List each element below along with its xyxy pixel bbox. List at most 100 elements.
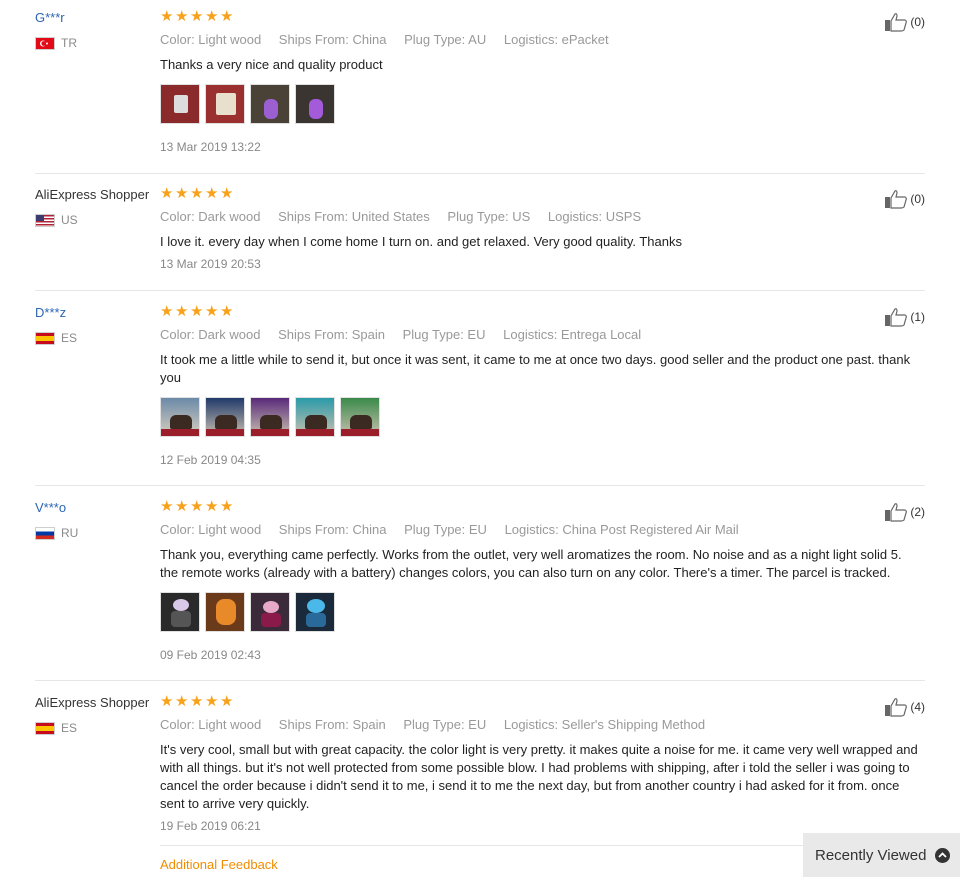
flag-ru-icon <box>35 526 55 540</box>
review-date: 09 Feb 2019 02:43 <box>160 648 261 662</box>
review-text: Thank you, everything came perfectly. Wo… <box>160 547 902 580</box>
review-item: G***r TR ★ ★ ★ ★ ★ Color: Light wood Shi… <box>35 8 925 170</box>
prop-color: Color: Light wood <box>160 32 262 47</box>
review-item: AliExpress Shopper US ★ ★ ★ ★ ★ Color: D… <box>35 185 925 287</box>
flag-us-icon <box>35 213 55 227</box>
reviewer-name[interactable]: G***r <box>35 10 160 26</box>
star-icon: ★ <box>205 303 219 320</box>
star-icon: ★ <box>175 303 189 320</box>
helpful-count: (0) <box>910 15 925 29</box>
helpful-button[interactable]: (2) <box>884 502 925 522</box>
thumbs-up-icon <box>885 503 908 522</box>
review-photo[interactable] <box>160 84 200 124</box>
helpful-count: (2) <box>910 505 925 519</box>
additional-feedback-link[interactable]: Additional Feedback <box>160 857 278 873</box>
star-icon: ★ <box>205 185 219 202</box>
country-code: ES <box>61 721 78 735</box>
review-photo[interactable] <box>340 397 380 437</box>
flag-es-icon <box>35 331 55 345</box>
review-photo[interactable] <box>250 397 290 437</box>
prop-logistics: Logistics: China Post Registered Air Mai… <box>504 522 739 537</box>
star-icon: ★ <box>220 303 234 320</box>
review-item: V***o RU ★ ★ ★ ★ ★ Color: Light wood Shi… <box>35 498 925 675</box>
review-photo[interactable] <box>205 592 245 632</box>
star-icon: ★ <box>190 693 204 710</box>
country-code: TR <box>61 36 77 50</box>
review-images <box>160 84 925 126</box>
helpful-button[interactable]: (1) <box>884 307 925 327</box>
review-photo[interactable] <box>205 84 245 124</box>
reviewer-name[interactable]: V***o <box>35 500 160 516</box>
review-divider <box>35 485 925 486</box>
thumbs-up-icon <box>885 190 908 209</box>
review-text: I love it. every day when I come home I … <box>160 234 682 249</box>
prop-color: Color: Dark wood <box>160 209 261 224</box>
review-photo[interactable] <box>250 592 290 632</box>
helpful-button[interactable]: (4) <box>884 697 925 717</box>
flag-tr-icon <box>35 36 55 50</box>
recently-viewed-label: Recently Viewed <box>815 846 927 864</box>
star-icon: ★ <box>220 498 234 515</box>
star-rating: ★ ★ ★ ★ ★ <box>160 693 925 711</box>
review-divider <box>35 173 925 174</box>
prop-ships-from: Ships From: China <box>278 32 387 47</box>
review-date: 13 Mar 2019 13:22 <box>160 140 261 154</box>
order-properties: Color: Light wood Ships From: China Plug… <box>160 522 925 538</box>
helpful-button[interactable]: (0) <box>884 189 925 209</box>
review-date: 13 Mar 2019 20:53 <box>160 257 261 271</box>
review-photo[interactable] <box>205 397 245 437</box>
review-photo[interactable] <box>295 84 335 124</box>
prop-logistics: Logistics: ePacket <box>503 32 609 47</box>
prop-plug-type: Plug Type: US <box>447 209 531 224</box>
review-photo[interactable] <box>160 397 200 437</box>
helpful-button[interactable]: (0) <box>884 12 925 32</box>
star-icon: ★ <box>220 693 234 710</box>
review-photo[interactable] <box>295 397 335 437</box>
star-icon: ★ <box>220 8 234 25</box>
star-rating: ★ ★ ★ ★ ★ <box>160 498 925 516</box>
country-code: US <box>61 213 78 227</box>
review-text: Thanks a very nice and quality product <box>160 57 383 72</box>
review-date: 19 Feb 2019 06:21 <box>160 819 261 833</box>
review-images <box>160 592 925 634</box>
review-photo[interactable] <box>295 592 335 632</box>
prop-ships-from: Ships From: United States <box>278 209 430 224</box>
reviewer-name[interactable]: AliExpress Shopper <box>35 695 160 711</box>
prop-ships-from: Ships From: China <box>278 522 387 537</box>
prop-color: Color: Dark wood <box>160 327 261 342</box>
thumbs-up-icon <box>885 13 908 32</box>
review-item: AliExpress Shopper ES ★ ★ ★ ★ ★ Color: L… <box>35 693 925 845</box>
review-photo[interactable] <box>160 592 200 632</box>
prop-ships-from: Ships From: Spain <box>278 327 385 342</box>
helpful-count: (1) <box>910 310 925 324</box>
prop-color: Color: Light wood <box>160 717 262 732</box>
star-icon: ★ <box>190 8 204 25</box>
prop-logistics: Logistics: Seller's Shipping Method <box>503 717 706 732</box>
star-icon: ★ <box>160 693 174 710</box>
reviewer-name[interactable]: AliExpress Shopper <box>35 187 160 203</box>
star-rating: ★ ★ ★ ★ ★ <box>160 8 925 26</box>
order-properties: Color: Dark wood Ships From: United Stat… <box>160 209 925 225</box>
star-icon: ★ <box>175 693 189 710</box>
reviewer-name[interactable]: D***z <box>35 305 160 321</box>
recently-viewed-button[interactable]: Recently Viewed <box>803 833 960 877</box>
prop-color: Color: Light wood <box>160 522 262 537</box>
prop-ships-from: Ships From: Spain <box>278 717 386 732</box>
prop-plug-type: Plug Type: AU <box>404 32 487 47</box>
review-images <box>160 397 925 439</box>
star-icon: ★ <box>175 185 189 202</box>
prop-plug-type: Plug Type: EU <box>404 522 487 537</box>
review-divider <box>35 290 925 291</box>
review-photo[interactable] <box>250 84 290 124</box>
star-icon: ★ <box>175 8 189 25</box>
star-icon: ★ <box>205 693 219 710</box>
star-rating: ★ ★ ★ ★ ★ <box>160 185 925 203</box>
helpful-count: (0) <box>910 192 925 206</box>
review-item: D***z ES ★ ★ ★ ★ ★ Color: Dark wood Ship… <box>35 303 925 480</box>
star-icon: ★ <box>160 185 174 202</box>
star-icon: ★ <box>205 8 219 25</box>
review-date: 12 Feb 2019 04:35 <box>160 453 261 467</box>
star-icon: ★ <box>190 185 204 202</box>
star-icon: ★ <box>160 303 174 320</box>
star-icon: ★ <box>160 498 174 515</box>
